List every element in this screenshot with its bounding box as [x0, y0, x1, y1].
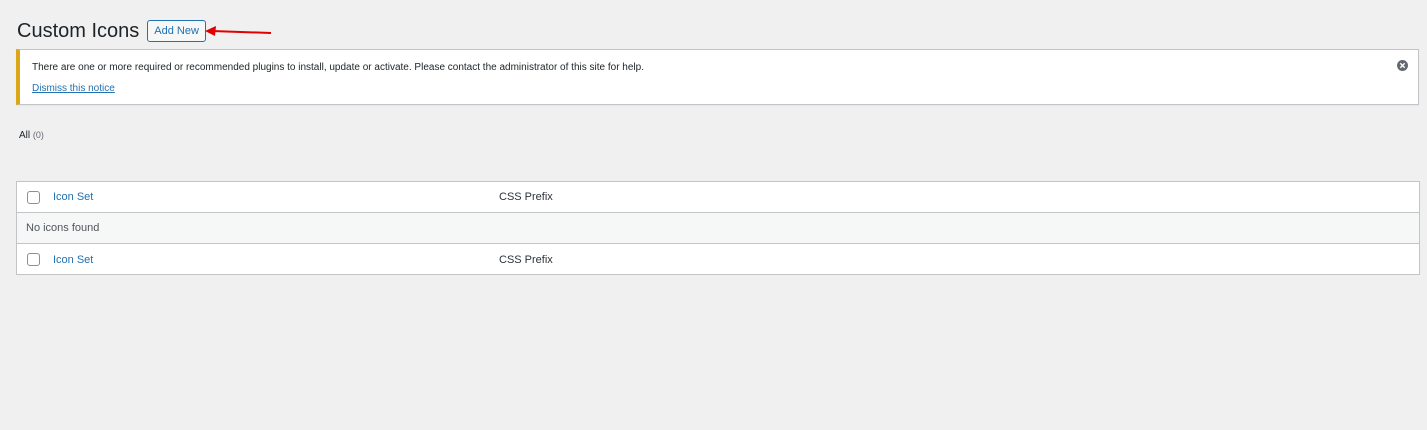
filter-all-count: (0) — [32, 130, 44, 140]
page-header: Custom Icons Add New — [17, 17, 206, 45]
select-all-checkbox-footer[interactable] — [27, 253, 40, 266]
add-new-button[interactable]: Add New — [147, 20, 206, 42]
icons-table: Icon Set CSS Prefix No icons found Icon … — [16, 181, 1420, 275]
page-title: Custom Icons — [17, 20, 140, 42]
table-header-row: Icon Set CSS Prefix — [17, 182, 1419, 213]
column-header-icon-set[interactable]: Icon Set — [53, 191, 93, 203]
close-circle-icon[interactable] — [1397, 60, 1408, 71]
table-footer-row: Icon Set CSS Prefix — [17, 244, 1419, 275]
status-filter: All (0) — [19, 130, 44, 141]
select-all-checkbox[interactable] — [27, 190, 40, 204]
filter-all-link[interactable]: All — [19, 130, 30, 141]
empty-message: No icons found — [26, 222, 100, 234]
annotation-arrow-icon — [205, 26, 272, 36]
column-footer-icon-set[interactable]: Icon Set — [53, 254, 93, 266]
column-footer-css-prefix: CSS Prefix — [499, 253, 553, 266]
dismiss-notice-link[interactable]: Dismiss this notice — [32, 83, 115, 94]
notice-message: There are one or more required or recomm… — [32, 62, 644, 73]
column-header-css-prefix: CSS Prefix — [499, 191, 553, 203]
table-empty-row: No icons found — [17, 213, 1419, 244]
plugin-notice: There are one or more required or recomm… — [16, 49, 1419, 105]
